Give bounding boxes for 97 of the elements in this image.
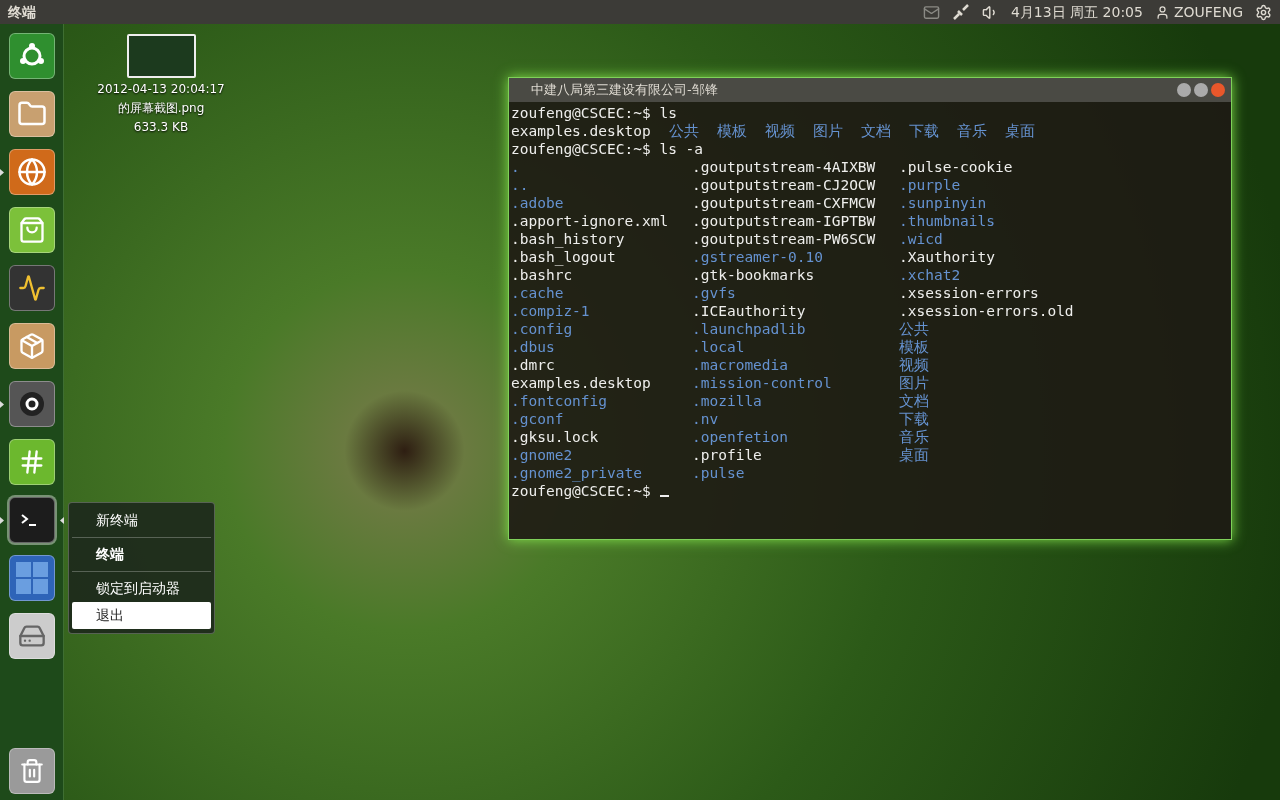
terminal-text: 桌面 (899, 446, 929, 464)
window-title: 中建八局第三建设有限公司-邹锋 (531, 81, 719, 100)
terminal-text: .dbus (511, 338, 556, 356)
terminal-text: zoufeng@CSCEC:~$ ls (511, 104, 677, 122)
terminal-text: 模板 (899, 338, 929, 356)
terminal-text: .gvfs (692, 284, 737, 302)
terminal-text: .ICEauthority (692, 302, 807, 320)
terminal-text: .gksu.lock (511, 428, 600, 446)
terminal-text: .xsession-errors.old (899, 302, 1074, 320)
terminal-text: zoufeng@CSCEC:~$ (511, 482, 651, 500)
terminal-text: .bash_logout (511, 248, 617, 266)
terminal-text: .mission-control (692, 374, 833, 392)
terminal-text: 视频 (764, 122, 795, 140)
screenshot-thumbnail[interactable] (126, 34, 196, 78)
terminal-text: 公共 (668, 122, 699, 140)
terminal-text: .nv (692, 410, 720, 428)
network-plug-icon[interactable] (951, 3, 970, 21)
terminal-text: 下载 (899, 410, 929, 428)
terminal-text: 下载 (908, 122, 939, 140)
terminal-text: .xsession-errors (899, 284, 1039, 302)
running-indicator-icon (0, 517, 4, 524)
hash-chat-icon[interactable] (9, 439, 55, 485)
terminal-text: .goutputstream-CXFMCW (692, 194, 877, 212)
app-title: 终端 (8, 2, 36, 22)
menu-item[interactable]: 退出 (72, 602, 211, 629)
terminal-text: .xchat2 (899, 266, 961, 284)
terminal-text: 文档 (899, 392, 929, 410)
terminal-text: .gstreamer-0.10 (692, 248, 824, 266)
file-label[interactable]: 2012-04-13 20:04:17 的屏幕截图.png 633.3 KB (97, 80, 225, 137)
workspaces-grid-icon[interactable] (9, 555, 55, 601)
terminal-text: 模板 (716, 122, 747, 140)
terminal-text: 图片 (812, 122, 843, 140)
terminal-text: .profile (692, 446, 763, 464)
terminal-text: .cache (511, 284, 565, 302)
menu-item[interactable]: 新终端 (72, 507, 211, 534)
terminal-text: .apport-ignore.xml (511, 212, 670, 230)
terminal-text: .gnome2_private (511, 464, 643, 482)
clock[interactable]: 4月13日 周五 20:05 (1010, 1, 1143, 23)
text-cursor (659, 495, 669, 497)
maximize-button[interactable] (1194, 83, 1208, 97)
terminal-text: zoufeng@CSCEC:~$ ls -a (511, 140, 704, 158)
terminal-text: .wicd (899, 230, 943, 248)
terminal-text: .goutputstream-CJ2OCW (692, 176, 877, 194)
terminal-text: .config (511, 320, 574, 338)
terminal-text: .pulse-cookie (899, 158, 1013, 176)
terminal-text: examples.desktop (511, 122, 651, 140)
terminal-text: .gtk-bookmarks (692, 266, 816, 284)
close-button[interactable] (1211, 83, 1225, 97)
terminal-text: .dmrc (511, 356, 556, 374)
ubuntu-logo-icon[interactable] (9, 33, 55, 79)
terminal-text: .bash_history (511, 230, 626, 248)
terminal-text: .thumbnails (899, 212, 996, 230)
terminal-text: 图片 (899, 374, 929, 392)
terminal-text: .mozilla (692, 392, 763, 410)
terminal-text: 公共 (899, 320, 929, 338)
running-indicator-icon (0, 401, 4, 408)
terminal-text: examples.desktop (511, 374, 652, 392)
mail-icon[interactable] (922, 3, 940, 21)
minimize-button[interactable] (1177, 83, 1191, 97)
terminal-text: .fontconfig (511, 392, 609, 410)
terminal-text: .purple (899, 176, 961, 194)
terminal-text: 音乐 (899, 428, 929, 446)
terminal-text: .bashrc (511, 266, 574, 284)
activity-monitor-icon[interactable] (9, 265, 55, 311)
user-icon[interactable] (1154, 4, 1170, 20)
terminal-text: .Xauthority (899, 248, 996, 266)
terminal-icon[interactable] (9, 497, 55, 543)
terminal-text: .gnome2 (511, 446, 574, 464)
terminal-text: .goutputstream-4AIXBW (692, 158, 877, 176)
folder-icon[interactable] (9, 91, 55, 137)
terminal-text: .. (511, 176, 530, 194)
terminal-text: .goutputstream-IGPTBW (692, 212, 877, 230)
terminal-text: .compiz-1 (511, 302, 591, 320)
terminal-text: .launchpadlib (692, 320, 807, 338)
terminal-text: .goutputstream-PW6SCW (692, 230, 877, 248)
terminal-text: .gconf (511, 410, 565, 428)
shopping-bag-icon[interactable] (9, 207, 55, 253)
terminal-text: . (511, 158, 521, 176)
terminal-text: .macromedia (692, 356, 790, 374)
settings-icon[interactable] (1255, 3, 1272, 21)
running-indicator-icon (0, 169, 4, 176)
terminal-text: 文档 (860, 122, 891, 140)
package-icon[interactable] (9, 323, 55, 369)
terminal-text: .openfetion (692, 428, 790, 446)
terminal-text: .adobe (511, 194, 565, 212)
terminal-text: 视频 (899, 356, 929, 374)
trash-icon[interactable] (9, 748, 55, 794)
user-name[interactable]: ZOUFENG (1173, 1, 1243, 23)
terminal-text: .pulse (692, 464, 746, 482)
menu-item[interactable]: 锁定到启动器 (72, 575, 211, 602)
drive-icon[interactable] (9, 613, 55, 659)
terminal-text: 音乐 (956, 122, 987, 140)
menu-item[interactable]: 终端 (72, 541, 211, 568)
terminal-text: 桌面 (1004, 122, 1035, 140)
globe-icon[interactable] (9, 149, 55, 195)
terminal-text: .sunpinyin (899, 194, 987, 212)
terminal-text: .local (692, 338, 746, 356)
